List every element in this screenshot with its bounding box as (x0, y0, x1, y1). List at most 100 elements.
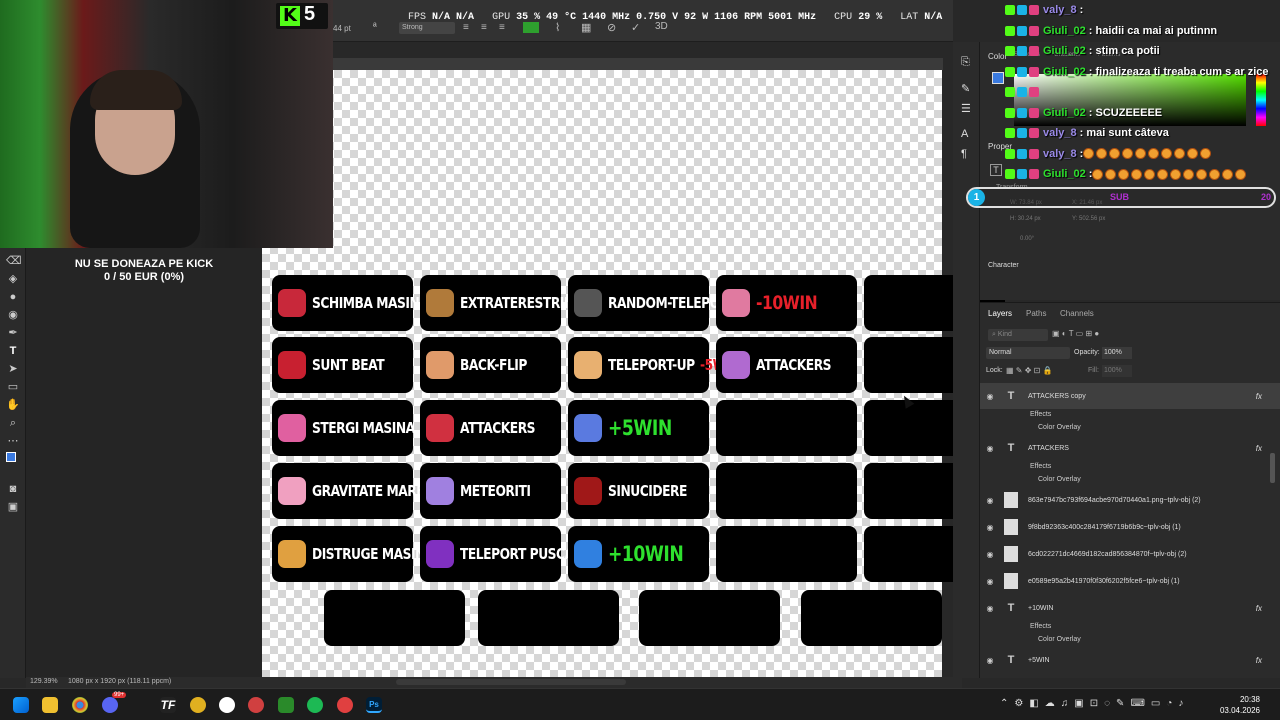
layer-row[interactable]: ◉ T +10WIN fx (980, 595, 1280, 621)
layer-row[interactable]: ◉ 863e7947bc793f694acbe970d70440a1.png~tp… (980, 487, 1280, 513)
quick-mask-icon[interactable]: ◙ (6, 482, 20, 496)
layer-name[interactable]: 6cd022271dc4669d182cad856384870f~tplv-ob… (1028, 551, 1187, 558)
layer-effects[interactable]: Effects (1030, 623, 1051, 630)
clock[interactable]: 20:38 03.04.2026 (1220, 694, 1260, 716)
layer-name[interactable]: ATTACKERS (1028, 445, 1069, 452)
button-card[interactable]: TELEPORT PUSCARIE (420, 526, 595, 582)
layer-effects[interactable]: Effects (1030, 411, 1051, 418)
fill-field[interactable]: 100% (1102, 365, 1132, 377)
button-card[interactable]: BACK-FLIP (420, 337, 561, 393)
filter-icons[interactable]: ▣ ◐ T ▭ ⊞ ● (1052, 329, 1099, 338)
layer-fx-icon[interactable]: fx (1256, 656, 1262, 665)
button-card[interactable]: EXTRATERESTRII (420, 275, 568, 331)
y-field[interactable]: Y: 502.56 px (1072, 216, 1105, 222)
button-card[interactable]: +5WIN (568, 400, 709, 456)
rectangle-tool-icon[interactable]: ▭ (6, 380, 20, 394)
layer-effects[interactable]: Effects (1030, 463, 1051, 470)
button-card[interactable]: SINUCIDERE (568, 463, 709, 519)
angle-field[interactable]: 0.00° (1020, 236, 1034, 242)
button-card[interactable]: -10WIN (716, 275, 857, 331)
empty-button-card[interactable] (801, 590, 942, 646)
font-size-field[interactable]: 44 pt (333, 24, 351, 33)
button-card[interactable]: ATTACKERS (716, 337, 857, 393)
brush-settings-icon[interactable]: ✎ (961, 82, 970, 95)
g-app-icon[interactable] (219, 697, 235, 713)
button-card[interactable]: SCHIMBA MASINA (272, 275, 429, 331)
layer-name[interactable]: 9f8bd92363c400c284179f6719b6b9c~tplv-obj… (1028, 524, 1181, 531)
align-left-icon[interactable]: ≡ (463, 22, 469, 33)
visibility-eye-icon[interactable]: ◉ (980, 392, 1000, 401)
visibility-eye-icon[interactable]: ◉ (980, 550, 1000, 559)
game-app-icon[interactable] (248, 697, 264, 713)
horizontal-scrollbar[interactable] (396, 679, 626, 685)
blur-tool-icon[interactable]: ● (6, 290, 20, 304)
system-tray-icons[interactable]: ⌃⚙◧☁♫▣⊡◌✎⌨▭◔♪ (1000, 698, 1189, 709)
lock-icons[interactable]: ▦ ✎ ✥ ⊡ 🔒 (1006, 366, 1053, 375)
visibility-eye-icon[interactable]: ◉ (980, 523, 1000, 532)
layer-row[interactable]: ◉ e0589e95a2b41970f0f30f6202f5fce6~tplv-o… (980, 568, 1280, 594)
v-app-icon[interactable] (278, 697, 294, 713)
button-card[interactable]: ATTACKERS (420, 400, 561, 456)
button-card[interactable]: GRAVITATE MARE (272, 463, 425, 519)
visibility-eye-icon[interactable]: ◉ (980, 577, 1000, 586)
visibility-eye-icon[interactable]: ◉ (980, 604, 1000, 613)
layer-fx-icon[interactable]: fx (1256, 392, 1262, 401)
button-card[interactable]: RANDOM-TELEPORT (568, 275, 736, 331)
tab-paths[interactable]: Paths (1026, 309, 1046, 318)
button-card[interactable]: DISTRUGE MASINA (272, 526, 434, 582)
tab-layers[interactable]: Layers (988, 309, 1012, 318)
visibility-eye-icon[interactable]: ◉ (980, 496, 1000, 505)
tab-channels[interactable]: Channels (1060, 309, 1094, 318)
layer-effect-item[interactable]: Color Overlay (1038, 476, 1081, 483)
screen-mode-icon[interactable]: ▣ (6, 500, 20, 514)
paragraph-icon[interactable]: ¶ (961, 148, 967, 160)
button-card[interactable]: SUNT BEAT (272, 337, 413, 393)
layer-row[interactable]: ◉ T +5WIN fx (980, 647, 1280, 673)
spotify-icon[interactable] (307, 697, 323, 713)
empty-button-card[interactable] (716, 526, 857, 582)
eraser-tool-icon[interactable]: ⌫ (6, 254, 22, 268)
layer-effect-item[interactable]: Color Overlay (1038, 636, 1081, 643)
empty-button-card[interactable] (716, 400, 857, 456)
visibility-eye-icon[interactable]: ◉ (980, 656, 1000, 665)
h-field[interactable]: H: 30.24 px (1010, 216, 1041, 222)
button-card[interactable]: METEORITI (420, 463, 561, 519)
dodge-tool-icon[interactable]: ◉ (6, 308, 20, 322)
adjustments-icon[interactable]: ☰ (961, 102, 971, 115)
layer-row[interactable]: ◉ 9f8bd92363c400c284179f6719b6b9c~tplv-ob… (980, 514, 1280, 540)
layer-name[interactable]: ATTACKERS copy (1028, 393, 1086, 400)
layer-effect-item[interactable]: Color Overlay (1038, 424, 1081, 431)
button-card[interactable]: STERGI MASINA (272, 400, 415, 456)
visibility-eye-icon[interactable]: ◉ (980, 444, 1000, 453)
layer-name[interactable]: +5WIN (1028, 657, 1050, 664)
opacity-field[interactable]: 100% (1102, 347, 1132, 359)
path-select-icon[interactable]: ➤ (6, 362, 20, 376)
layers-scrollbar[interactable] (1270, 453, 1275, 483)
zoom-tool-icon[interactable]: ⌕ (6, 416, 20, 430)
type-tool-icon[interactable]: T (6, 344, 20, 358)
zoom-level[interactable]: 129.39% (30, 678, 58, 685)
blend-mode-select[interactable]: Normal (986, 347, 1070, 359)
align-center-icon[interactable]: ≡ (481, 22, 487, 33)
layer-row[interactable]: ◉ 6cd022271dc4669d182cad856384870f~tplv-o… (980, 541, 1280, 567)
tf-app-icon[interactable]: TF (160, 697, 176, 713)
align-right-icon[interactable]: ≡ (499, 22, 505, 33)
paint-bucket-icon[interactable]: ◈ (6, 272, 20, 286)
character-icon[interactable]: A (961, 128, 968, 140)
button-card[interactable]: +10WIN (568, 526, 709, 582)
file-explorer-icon[interactable] (42, 697, 58, 713)
more-tools-icon[interactable]: ⋯ (6, 434, 20, 448)
chrome-icon[interactable] (72, 697, 88, 713)
layer-row[interactable]: ◉ T ATTACKERS fx (980, 435, 1280, 461)
layer-name[interactable]: e0589e95a2b41970f0f30f6202f5fce6~tplv-ob… (1028, 578, 1180, 585)
layer-name[interactable]: +10WIN (1028, 605, 1053, 612)
layer-name[interactable]: 863e7947bc793f694acbe970d70440a1.png~tpl… (1028, 497, 1201, 504)
foreground-color[interactable] (992, 72, 1004, 84)
layer-fx-icon[interactable]: fx (1256, 604, 1262, 613)
obs-icon[interactable] (337, 697, 353, 713)
layer-row[interactable]: ◉ T ATTACKERS copy fx (980, 383, 1280, 409)
foreground-color-swatch[interactable] (6, 452, 16, 462)
character-heading[interactable]: Character (988, 262, 1019, 269)
empty-button-card[interactable] (478, 590, 619, 646)
photoshop-icon[interactable]: Ps (366, 697, 382, 713)
